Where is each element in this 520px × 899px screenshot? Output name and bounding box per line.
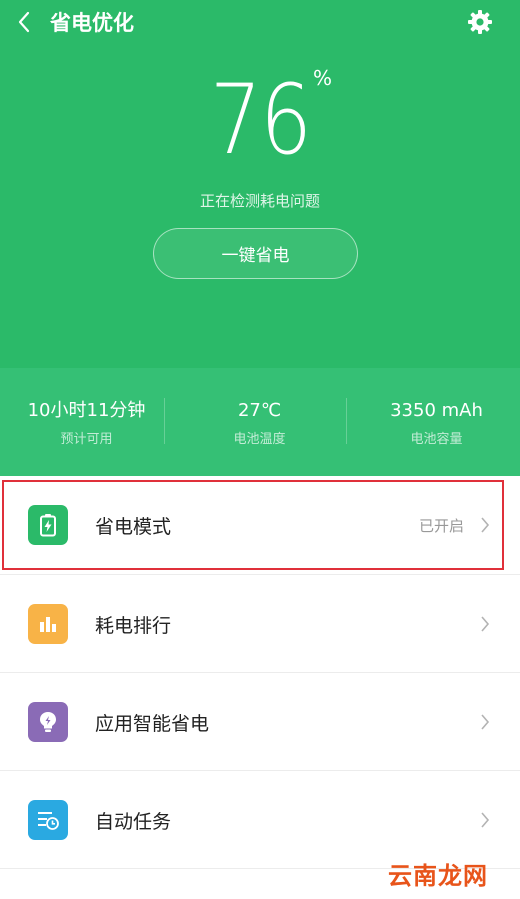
menu-item-label: 自动任务 <box>95 810 172 833</box>
battery-percent-unit: % <box>313 66 333 90</box>
stat-label: 电池容量 <box>410 432 463 447</box>
scheduled-list-icon <box>28 800 68 840</box>
menu-item-power-saving-mode[interactable]: 省电模式 已开启 <box>0 476 520 574</box>
menu-item-app-smart-saving[interactable]: 应用智能省电 <box>0 673 520 771</box>
lightbulb-icon <box>28 702 68 742</box>
stat-value: 27℃ <box>237 400 282 421</box>
stat-value: 10小时11分钟 <box>27 400 146 421</box>
chevron-left-icon <box>18 11 30 33</box>
menu-item-power-ranking[interactable]: 耗电排行 <box>0 575 520 673</box>
header <box>0 0 520 368</box>
battery-charging-icon <box>28 505 68 545</box>
chevron-right-icon <box>478 810 492 830</box>
menu-item-label: 应用智能省电 <box>95 712 210 735</box>
stat-capacity: 3350 mAh 电池容量 <box>350 398 520 447</box>
stats-divider <box>164 398 165 444</box>
stat-label: 预计可用 <box>60 432 113 447</box>
menu-item-label: 耗电排行 <box>95 614 172 637</box>
back-button[interactable] <box>8 6 40 38</box>
detection-status: 正在检测耗电问题 <box>199 192 320 210</box>
chevron-right-icon <box>478 515 492 535</box>
settings-button[interactable] <box>464 6 496 38</box>
one-key-save-button[interactable]: 一键省电 <box>153 228 358 279</box>
menu-item-label: 省电模式 <box>95 515 172 538</box>
stat-value: 3350 mAh <box>390 400 483 421</box>
stat-remaining-time: 10小时11分钟 预计可用 <box>0 398 173 447</box>
stats-divider <box>346 398 347 444</box>
menu-item-status: 已开启 <box>418 516 464 535</box>
battery-percent-value: 76 <box>209 64 312 176</box>
watermark: 云南龙网 <box>388 862 488 890</box>
menu-item-auto-task[interactable]: 自动任务 <box>0 771 520 869</box>
stat-temperature: 27℃ 电池温度 <box>173 398 346 447</box>
stat-label: 电池温度 <box>233 432 286 447</box>
page-title: 省电优化 <box>50 11 134 35</box>
chevron-right-icon <box>478 712 492 732</box>
gear-icon <box>468 10 492 34</box>
chevron-right-icon <box>478 614 492 634</box>
battery-percent: 76 <box>0 70 520 170</box>
bar-chart-icon <box>28 604 68 644</box>
